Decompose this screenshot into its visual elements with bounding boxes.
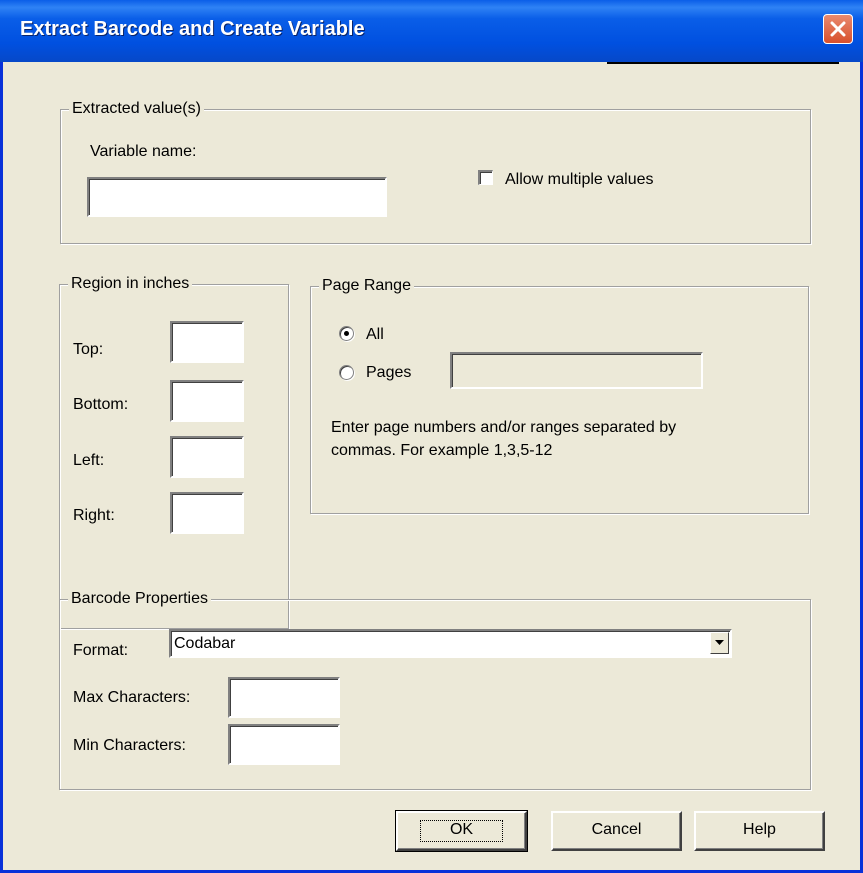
top-input[interactable] [170, 321, 244, 363]
page-range-hint-line2: commas. For example 1,3,5-12 [331, 442, 553, 459]
close-button[interactable] [823, 14, 853, 44]
ok-button[interactable]: OK [395, 810, 528, 852]
help-button-label: Help [743, 821, 776, 838]
max-characters-label: Max Characters: [73, 689, 191, 706]
cancel-button-label: Cancel [591, 821, 642, 838]
format-select[interactable]: Codabar [169, 629, 732, 658]
right-label: Right: [73, 507, 115, 524]
page-range-pages-label[interactable]: Pages [366, 363, 411, 383]
barcode-properties-group-label: Barcode Properties [68, 589, 211, 609]
extracted-values-group-label: Extracted value(s) [69, 99, 204, 119]
format-label: Format: [73, 642, 129, 659]
window-title: Extract Barcode and Create Variable [20, 18, 365, 40]
bottom-label: Bottom: [73, 396, 129, 413]
region-group-label: Region in inches [68, 274, 193, 294]
page-range-group: Page Range [310, 276, 809, 514]
top-label: Top: [73, 341, 104, 358]
max-characters-input[interactable] [228, 677, 340, 718]
page-range-group-label: Page Range [319, 276, 414, 296]
title-bar[interactable]: Extract Barcode and Create Variable [0, 0, 863, 62]
variable-name-input[interactable] [87, 177, 387, 217]
dialog-client-area: Extracted value(s) Variable name: Allow … [3, 62, 860, 870]
right-input[interactable] [170, 492, 244, 534]
page-range-all-radio[interactable] [339, 326, 354, 341]
left-input[interactable] [170, 436, 244, 478]
allow-multiple-label[interactable]: Allow multiple values [505, 170, 654, 190]
bottom-input[interactable] [170, 380, 244, 422]
left-label: Left: [73, 452, 105, 469]
chevron-down-icon [715, 640, 724, 645]
page-range-hint-line1: Enter page numbers and/or ranges separat… [331, 419, 677, 436]
close-icon [830, 21, 846, 37]
divider [607, 62, 839, 64]
format-select-value: Codabar [174, 635, 236, 652]
focus-ring [420, 820, 503, 842]
min-characters-label: Min Characters: [73, 737, 186, 754]
dialog-window: Extract Barcode and Create Variable Extr… [0, 0, 863, 873]
min-characters-input[interactable] [228, 724, 340, 765]
help-button[interactable]: Help [694, 811, 825, 851]
pages-input[interactable] [450, 352, 703, 389]
page-range-all-label[interactable]: All [366, 325, 384, 345]
variable-name-label: Variable name: [90, 143, 197, 160]
allow-multiple-checkbox[interactable] [478, 170, 493, 185]
page-range-pages-radio[interactable] [339, 365, 354, 380]
cancel-button[interactable]: Cancel [551, 811, 682, 851]
format-dropdown-button[interactable] [710, 632, 729, 654]
